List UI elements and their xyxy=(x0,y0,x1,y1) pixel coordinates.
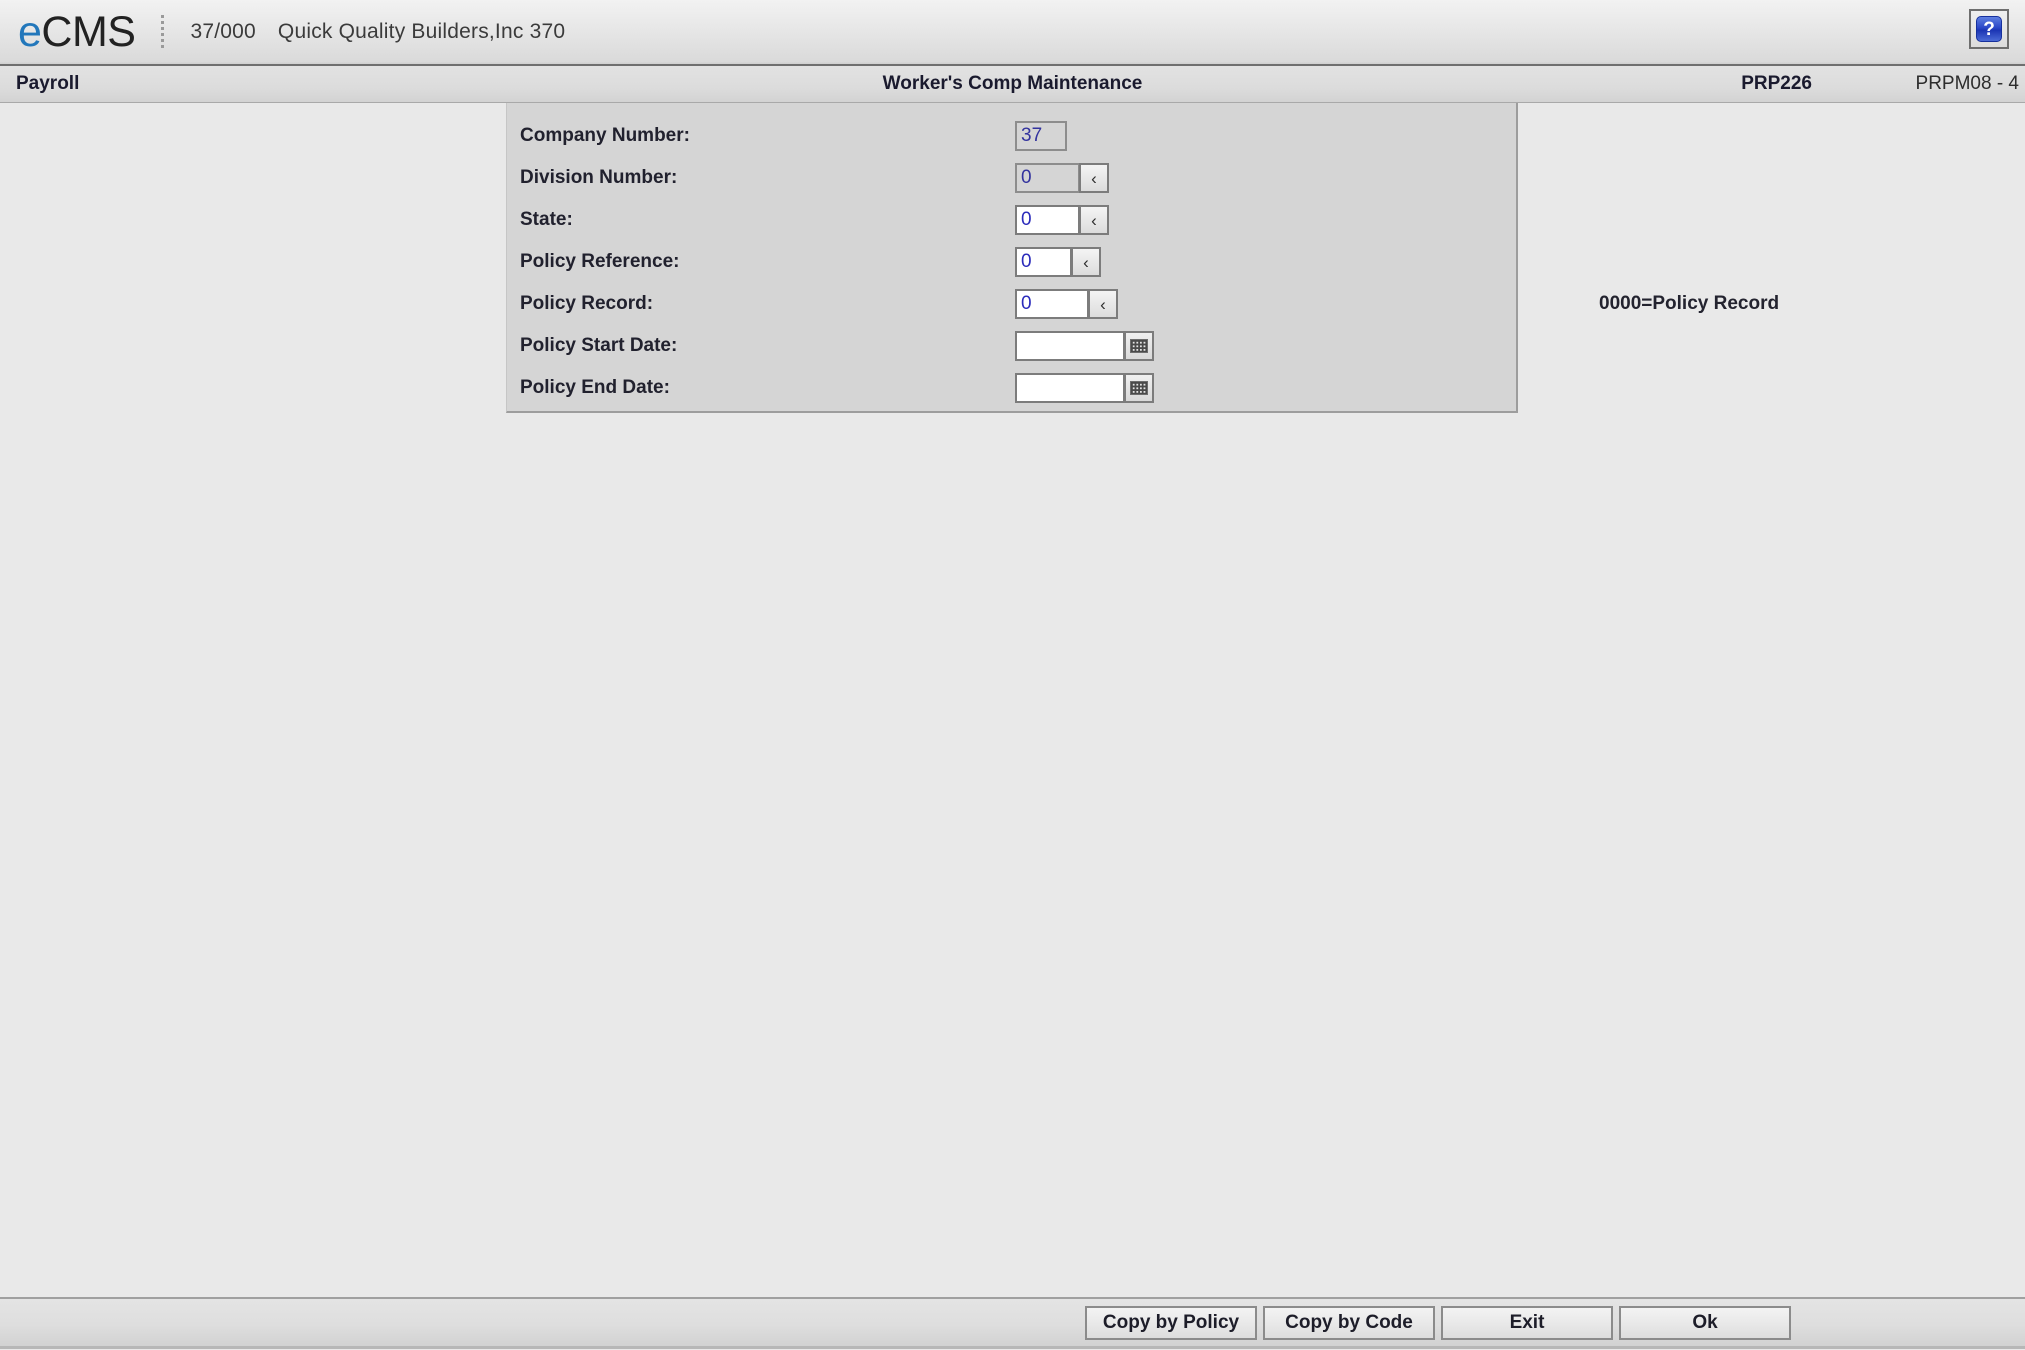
input-policy-start-date[interactable] xyxy=(1015,331,1125,361)
question-mark-icon: ? xyxy=(1976,16,2002,42)
calendar-grid-glyph xyxy=(1130,381,1148,395)
field-control xyxy=(1015,373,1154,403)
field-control: ‹ xyxy=(1015,205,1109,235)
field-control xyxy=(1015,331,1154,361)
exit-button[interactable]: Exit xyxy=(1441,1305,1613,1340)
field-row: Policy Start Date: xyxy=(507,325,1516,367)
copy-by-policy-button[interactable]: Copy by Policy xyxy=(1085,1305,1257,1340)
lookup-chevron-left-icon[interactable]: ‹ xyxy=(1079,205,1109,235)
lookup-chevron-left-icon[interactable]: ‹ xyxy=(1088,289,1118,319)
field-row: State: ‹ xyxy=(507,199,1516,241)
calendar-grid-glyph xyxy=(1130,339,1148,353)
dotted-divider xyxy=(161,15,165,49)
field-control xyxy=(1015,121,1067,151)
field-label: Company Number: xyxy=(520,125,690,146)
program-id-label: PRP226 xyxy=(1741,73,1812,94)
calendar-icon[interactable] xyxy=(1124,373,1154,403)
footer-button-group: Copy by Policy Copy by Code Exit Ok xyxy=(1085,1305,1791,1340)
field-control: ‹ xyxy=(1015,247,1101,277)
ecms-logo: eCMS xyxy=(18,7,136,56)
field-row: Policy Reference: ‹ xyxy=(507,241,1516,283)
company-id-text: 37/000 xyxy=(190,20,256,43)
module-name-label: Payroll xyxy=(16,73,80,94)
field-label: Policy End Date: xyxy=(520,377,670,398)
worker-comp-form-panel: Company Number:Division Number:‹State:‹P… xyxy=(506,103,1779,413)
field-label: Policy Record: xyxy=(520,293,654,314)
help-button[interactable]: ? xyxy=(1969,9,2009,49)
footer-button-bar: Copy by Policy Copy by Code Exit Ok xyxy=(0,1297,2025,1349)
calendar-icon[interactable] xyxy=(1124,331,1154,361)
module-title-bar: Payroll Worker's Comp Maintenance PRP226… xyxy=(0,66,2025,103)
copy-by-code-button[interactable]: Copy by Code xyxy=(1263,1305,1435,1340)
field-row: Policy End Date: xyxy=(507,367,1516,409)
screen-id-label: PRPM08 - 4 xyxy=(1915,73,2019,94)
field-control: ‹ xyxy=(1015,289,1118,319)
input-policy-record[interactable] xyxy=(1015,289,1089,319)
input-policy-end-date[interactable] xyxy=(1015,373,1125,403)
field-label: State: xyxy=(520,209,573,230)
lookup-chevron-left-icon[interactable]: ‹ xyxy=(1079,163,1109,193)
field-row: Company Number: xyxy=(507,115,1516,157)
page-title: Worker's Comp Maintenance xyxy=(882,73,1143,94)
field-row: Policy Record: ‹ 0000=Policy Record xyxy=(507,283,1779,325)
work-area: Company Number:Division Number:‹State:‹P… xyxy=(0,103,2025,1349)
input-division-number[interactable] xyxy=(1015,163,1080,193)
input-state[interactable] xyxy=(1015,205,1080,235)
ok-button[interactable]: Ok xyxy=(1619,1305,1791,1340)
top-brand-bar: eCMS 37/000 Quick Quality Builders,Inc 3… xyxy=(0,0,2025,66)
input-policy-reference[interactable] xyxy=(1015,247,1072,277)
field-control: ‹ xyxy=(1015,163,1109,193)
logo-e-text: e xyxy=(18,7,42,56)
logo-cms-text: CMS xyxy=(41,7,136,56)
field-hint-text: 0000=Policy Record xyxy=(1599,293,1780,314)
field-label: Division Number: xyxy=(520,167,678,188)
field-label: Policy Start Date: xyxy=(520,335,678,356)
lookup-chevron-left-icon[interactable]: ‹ xyxy=(1071,247,1101,277)
company-name-text: Quick Quality Builders,Inc 370 xyxy=(277,20,566,43)
field-label: Policy Reference: xyxy=(520,251,680,272)
input-company-number[interactable] xyxy=(1015,121,1067,151)
field-row: Division Number: ‹ xyxy=(507,157,1516,199)
